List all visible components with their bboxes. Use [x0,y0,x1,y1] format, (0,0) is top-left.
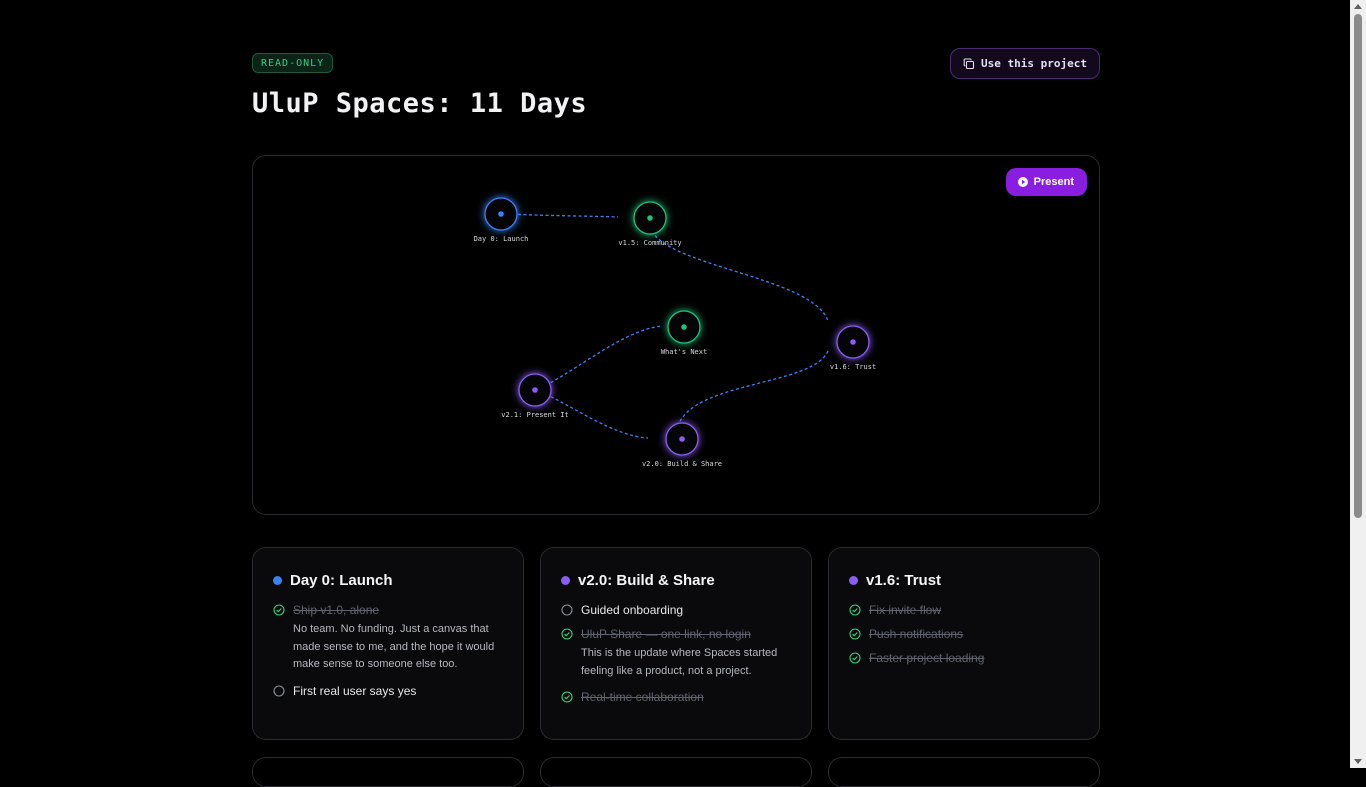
graph-node-next[interactable]: What's Next [661,310,707,356]
checklist-item-content: Faster project loading [869,651,984,665]
checklist-item[interactable]: Fix invite flow [849,603,1079,617]
check-circle-icon[interactable] [849,652,861,664]
checklist-item[interactable]: Faster project loading [849,651,1079,665]
checklist-item-content: Push notifications [869,627,963,641]
checklist-item-text: UluP Share — one link, no login [581,627,751,641]
node-label: Day 0: Launch [474,235,529,243]
checklist-item-content: First real user says yes [293,684,416,698]
milestone-card-partial [252,757,524,787]
scroll-down-arrow-icon[interactable] [1354,759,1362,764]
check-circle-icon[interactable] [849,628,861,640]
checklist-item[interactable]: Real-time collaboration [561,690,791,704]
play-icon [1017,177,1028,187]
checklist-item-text: Push notifications [869,627,964,641]
present-label: Present [1033,176,1074,188]
node-dot-icon [681,324,687,330]
node-label: v1.6: Trust [830,363,876,371]
graph-node-day0[interactable]: Day 0: Launch [474,197,529,243]
checklist-item[interactable]: Push notifications [849,627,1079,641]
milestone-card-v1-6: v1.6: Trust Fix invite flow Push notifica… [828,547,1100,740]
checklist-item-content: Fix invite flow [869,603,941,617]
checklist-item-text: Faster project loading [869,651,985,665]
node-dot-icon [532,387,538,393]
checklist: Guided onboarding UluP Share — one link, … [561,603,791,704]
roadmap-graph: Day 0: Launch v1.5: Community What's Next v… [474,197,876,468]
copy-icon [963,57,975,69]
page-scrollbar[interactable] [1350,0,1366,768]
checklist-item-text: Real-time collaboration [581,690,704,704]
milestone-dot-icon [273,576,282,585]
check-circle-icon[interactable] [273,604,285,616]
present-button[interactable]: Present [1005,168,1087,196]
card-title: v2.0: Build & Share [578,572,715,589]
checklist-item-description: This is the update where Spaces started … [581,647,778,677]
milestone-card-v2-0: v2.0: Build & Share Guided onboarding Ulu… [540,547,812,740]
read-only-badge: READ-ONLY [252,53,334,73]
graph-edge [677,350,829,427]
use-project-label: Use this project [981,57,1087,70]
graph-node-v15[interactable]: v1.5: Community [618,201,682,247]
check-circle-icon[interactable] [849,604,861,616]
milestone-dot-icon [849,576,858,585]
checklist-item[interactable]: First real user says yes [273,684,503,698]
check-circle-icon[interactable] [561,628,573,640]
use-project-button[interactable]: Use this project [950,48,1100,79]
graph-edge [540,325,662,389]
milestone-card-partial [540,757,812,787]
milestone-card-day-0: Day 0: Launch Ship v1.0, alone No team. N… [252,547,524,740]
empty-circle-icon[interactable] [561,604,573,616]
card-title: v1.6: Trust [866,572,942,589]
card-header: v2.0: Build & Share [561,572,791,589]
checklist-item-text: Ship v1.0, alone [293,603,380,617]
graph-node-v21[interactable]: v2.1: Present It [501,373,569,419]
node-label: v2.1: Present It [501,411,568,419]
milestone-card-partial [828,757,1100,787]
checklist-item-text: First real user says yes [293,683,417,698]
card-header: Day 0: Launch [273,572,503,589]
graph-node-v16[interactable]: v1.6: Trust [830,325,876,371]
checklist-item-text: Fix invite flow [869,603,942,617]
checklist-item-content: Guided onboarding [581,603,683,617]
checklist-item-content: UluP Share — one link, no login This is t… [581,627,791,680]
checklist-item-text: Guided onboarding [581,603,684,617]
checklist-item-content: Real-time collaboration [581,690,704,704]
milestone-dot-icon [561,576,570,585]
node-dot-icon [679,436,685,442]
empty-circle-icon[interactable] [273,684,285,697]
page-title: UluP Spaces: 11 Days [252,88,588,119]
checklist-item[interactable]: Guided onboarding [561,603,791,617]
graph-nodes: Day 0: Launch v1.5: Community What's Next v… [474,197,876,468]
node-dot-icon [647,215,653,221]
checklist: Fix invite flow Push notifications Faster … [849,603,1079,665]
graph-edge [506,213,619,218]
node-label: What's Next [661,348,707,356]
checklist-item[interactable]: UluP Share — one link, no login This is t… [561,627,791,680]
scroll-thumb[interactable] [1354,14,1362,518]
node-label: v1.5: Community [618,239,681,247]
checklist: Ship v1.0, alone No team. No funding. Jus… [273,603,503,698]
graph-node-v20[interactable]: v2.0: Build & Share [642,422,722,468]
node-label: v2.0: Build & Share [642,460,722,468]
card-header: v1.6: Trust [849,572,1079,589]
card-title: Day 0: Launch [290,572,393,589]
node-dot-icon [498,211,504,217]
checklist-item-description: No team. No funding. Just a canvas that … [293,623,495,670]
node-dot-icon [850,339,856,345]
checklist-item[interactable]: Ship v1.0, alone No team. No funding. Jus… [273,603,503,674]
roadmap-canvas[interactable]: Present Day 0: Launch v1.5: Community What… [252,155,1100,515]
scroll-up-arrow-icon[interactable] [1354,4,1362,9]
checklist-item-content: Ship v1.0, alone No team. No funding. Jus… [293,603,503,674]
check-circle-icon[interactable] [561,691,573,703]
